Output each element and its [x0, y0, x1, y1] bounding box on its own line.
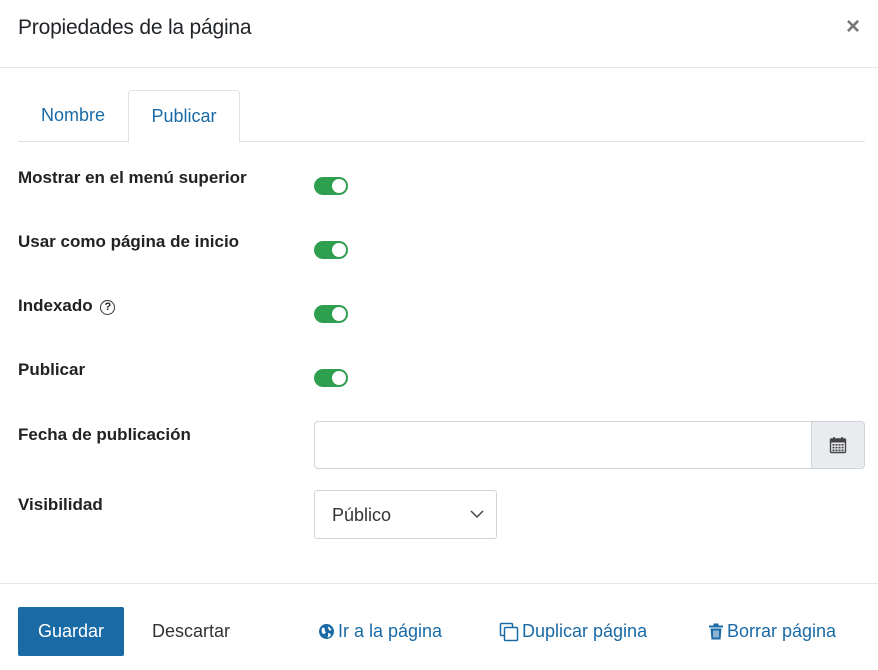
trash-icon — [709, 623, 723, 640]
copy-icon — [499, 622, 519, 641]
globe-icon — [319, 624, 334, 639]
toggle-knob — [332, 307, 346, 321]
show-top-menu-label: Mostrar en el menú superior — [18, 168, 247, 187]
publish-date-group — [314, 421, 865, 469]
delete-page-link[interactable]: Borrar página — [708, 607, 836, 656]
publish-date-input[interactable] — [315, 422, 811, 468]
save-button[interactable]: Guardar — [18, 607, 124, 656]
duplicate-page-label: Duplicar página — [522, 621, 648, 641]
modal-footer: Guardar Descartar Ir a la página Duplica… — [0, 583, 878, 670]
publish-toggle[interactable] — [314, 369, 348, 387]
indexed-toggle[interactable] — [314, 305, 348, 323]
duplicate-page-link[interactable]: Duplicar página — [499, 607, 647, 656]
tab-nombre[interactable]: Nombre — [18, 90, 128, 142]
indexed-label: Indexado ? — [18, 296, 116, 316]
toggle-knob — [332, 243, 346, 257]
delete-page-label: Borrar página — [727, 621, 837, 641]
close-icon[interactable]: × — [842, 14, 864, 40]
visibility-selected-value: Público — [332, 505, 392, 525]
toggle-knob — [332, 371, 346, 385]
chevron-down-icon — [470, 510, 484, 519]
calendar-icon — [829, 437, 847, 454]
visibility-select[interactable]: Público — [314, 490, 497, 539]
tab-bar: Nombre Publicar — [18, 90, 865, 143]
modal-title: Propiedades de la página — [18, 16, 252, 39]
indexed-label-text: Indexado — [18, 296, 93, 315]
toggle-knob — [332, 179, 346, 193]
publish-label: Publicar — [18, 360, 86, 379]
use-as-home-label: Usar como página de inicio — [18, 232, 240, 251]
goto-page-label: Ir a la página — [338, 621, 443, 641]
modal-header: Propiedades de la página × — [0, 0, 878, 68]
show-top-menu-toggle[interactable] — [314, 177, 348, 195]
use-as-home-toggle[interactable] — [314, 241, 348, 259]
calendar-button[interactable] — [811, 422, 864, 468]
goto-page-link[interactable]: Ir a la página — [318, 607, 442, 656]
discard-button[interactable]: Descartar — [142, 607, 240, 656]
visibility-label: Visibilidad — [18, 495, 103, 514]
tab-publicar[interactable]: Publicar — [128, 90, 240, 143]
publish-date-label: Fecha de publicación — [18, 425, 191, 444]
question-circle-icon[interactable]: ? — [100, 300, 116, 315]
